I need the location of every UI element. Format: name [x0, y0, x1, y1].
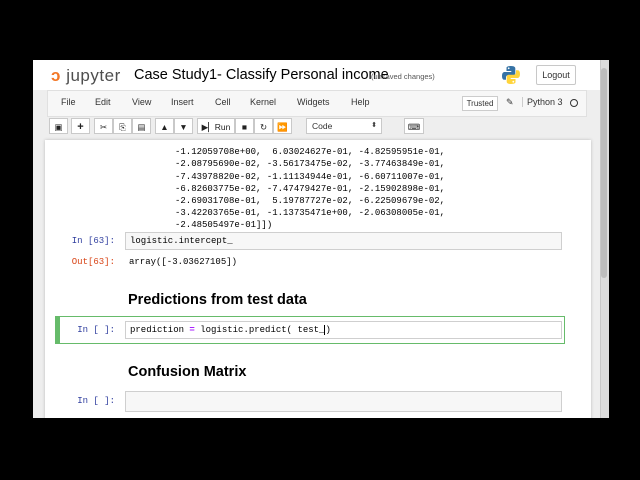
cell-type-select[interactable]: Code ⬍	[306, 118, 382, 134]
intercept-output: array([-3.03627105])	[129, 257, 238, 267]
save-status: (unsaved changes)	[371, 72, 435, 81]
copy-icon[interactable]: ⎘	[113, 118, 132, 134]
restart-run-all-icon[interactable]: ⏩	[273, 118, 292, 134]
output-prompt: Out[63]:	[71, 257, 115, 267]
scrollbar-thumb[interactable]	[601, 68, 607, 278]
kernel-idle-icon	[570, 99, 578, 107]
keyboard-icon[interactable]: ⌨	[404, 118, 424, 134]
output-line: -3.42203765e-01, -1.13735471e+00, -2.063…	[175, 208, 446, 219]
logout-button[interactable]: Logout	[536, 65, 576, 85]
output-line: -2.69031708e-01, 5.19787727e-02, -6.2250…	[175, 196, 446, 207]
save-icon[interactable]: ▣	[49, 118, 68, 134]
menu-kernel[interactable]: Kernel	[250, 97, 276, 107]
notebook-container: -1.12059708e+00, 6.03024627e-01, -4.8259…	[45, 140, 591, 418]
output-line: -7.43978820e-02, -1.11134944e-01, -6.607…	[175, 171, 446, 182]
cut-icon[interactable]: ✂	[94, 118, 113, 134]
menu-cell[interactable]: Cell	[215, 97, 231, 107]
menu-help[interactable]: Help	[351, 97, 370, 107]
output-line: -1.12059708e+00, 6.03024627e-01, -4.8259…	[175, 147, 446, 158]
menu-file[interactable]: File	[61, 97, 76, 107]
menu-widgets[interactable]: Widgets	[297, 97, 330, 107]
heading-confusion-matrix[interactable]: Confusion Matrix	[128, 364, 246, 380]
output-line: -2.48505497e-01]])	[175, 220, 273, 231]
python-logo-icon	[502, 66, 520, 84]
header: ↄ jupyter Case Study1- Classify Personal…	[33, 60, 608, 90]
move-up-icon[interactable]: ▲	[155, 118, 174, 134]
code-operator: =	[189, 325, 195, 335]
menu-view[interactable]: View	[132, 97, 151, 107]
edit-pencil-icon[interactable]: ✎	[506, 97, 514, 108]
code-variable: prediction	[130, 325, 185, 335]
menubar: File Edit View Insert Cell Kernel Widget…	[47, 90, 587, 117]
code-text: logistic.intercept_	[130, 236, 233, 246]
jupyter-logo[interactable]: ↄ jupyter	[51, 66, 121, 86]
output-line: -6.82603775e-02, -7.47479427e-01, -2.159…	[175, 183, 446, 194]
code-cell-prediction[interactable]: prediction = logistic.predict( test_)	[125, 321, 562, 339]
notebook-title[interactable]: Case Study1- Classify Personal income	[134, 67, 389, 83]
input-prompt: In [63]:	[71, 236, 115, 246]
jupyter-window: ↄ jupyter Case Study1- Classify Personal…	[33, 60, 608, 418]
heading-predictions[interactable]: Predictions from test data	[128, 292, 307, 308]
trusted-badge[interactable]: Trusted	[462, 96, 498, 111]
move-down-icon[interactable]: ▼	[174, 118, 193, 134]
restart-icon[interactable]: ↻	[254, 118, 273, 134]
kernel-name: Python 3	[522, 97, 563, 107]
paste-icon[interactable]: ▤	[132, 118, 151, 134]
output-line: -2.08795690e-02, -3.56173475e-02, -3.774…	[175, 159, 446, 170]
stop-icon[interactable]: ■	[235, 118, 254, 134]
menu-insert[interactable]: Insert	[171, 97, 194, 107]
code-cell-intercept[interactable]: logistic.intercept_	[125, 232, 562, 250]
menu-edit[interactable]: Edit	[95, 97, 111, 107]
input-prompt: In [ ]:	[77, 396, 115, 406]
code-paren: )	[325, 325, 331, 335]
insert-cell-icon[interactable]: +	[71, 118, 90, 134]
run-button[interactable]: ▶▏Run	[197, 118, 235, 134]
code-call: logistic.predict( test_	[200, 325, 325, 335]
input-prompt: In [ ]:	[77, 325, 115, 335]
code-cell-confusion[interactable]	[125, 391, 562, 412]
